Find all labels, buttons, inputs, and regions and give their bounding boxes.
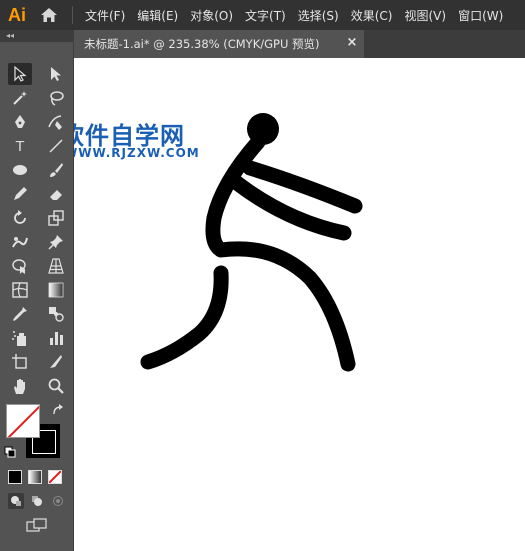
puppet-warp-tool[interactable] bbox=[8, 231, 32, 253]
perspective-grid-tool[interactable] bbox=[44, 255, 68, 277]
blend-tool[interactable] bbox=[44, 303, 68, 325]
gradient-button[interactable] bbox=[28, 470, 42, 484]
perspective-grid-icon bbox=[48, 258, 64, 274]
draw-inside-button[interactable] bbox=[50, 493, 66, 509]
document-tab[interactable]: 未标题-1.ai* @ 235.38% (CMYK/GPU 预览) × bbox=[74, 30, 364, 58]
direct-selection-icon bbox=[51, 67, 61, 81]
draw-normal-icon bbox=[11, 496, 21, 506]
pin-icon bbox=[48, 235, 63, 250]
column-graph-tool[interactable] bbox=[44, 327, 68, 349]
menu-separator bbox=[72, 6, 73, 24]
eraser-icon bbox=[50, 190, 62, 200]
slice-tool[interactable] bbox=[44, 351, 68, 373]
screen-mode-icon bbox=[26, 518, 47, 532]
document-tab-title: 未标题-1.ai* @ 235.38% (CMYK/GPU 预览) bbox=[84, 37, 320, 51]
curvature-pen-icon bbox=[48, 115, 62, 130]
mesh-icon bbox=[12, 282, 28, 298]
draw-normal-button[interactable] bbox=[8, 493, 24, 509]
ellipse-icon bbox=[13, 165, 27, 175]
magnifier-icon bbox=[48, 378, 64, 394]
line-segment-icon bbox=[49, 139, 63, 153]
watermark-url: WWW.RJZXW.COM bbox=[74, 146, 200, 160]
line-segment-tool[interactable] bbox=[44, 135, 68, 157]
screen-mode-button[interactable] bbox=[24, 516, 50, 534]
none-button[interactable] bbox=[48, 470, 62, 484]
pen-tool[interactable] bbox=[8, 111, 32, 133]
magic-wand-tool[interactable] bbox=[8, 87, 32, 109]
artboard-canvas[interactable]: 软件自学网 WWW.RJZXW.COM bbox=[74, 58, 525, 551]
magic-wand-icon bbox=[13, 91, 27, 105]
menu-object[interactable]: 对象(O) bbox=[184, 0, 239, 30]
tools-panel-collapse[interactable]: ◂◂ bbox=[0, 30, 73, 42]
symbol-sprayer-tool[interactable] bbox=[8, 327, 32, 349]
menu-select[interactable]: 选择(S) bbox=[292, 0, 345, 30]
scale-tool[interactable] bbox=[44, 207, 68, 229]
paintbrush-icon bbox=[50, 163, 63, 177]
lasso-icon bbox=[50, 91, 64, 106]
shape-builder-icon bbox=[12, 259, 26, 274]
figure-back-leg[interactable] bbox=[140, 265, 229, 370]
column-graph-icon bbox=[50, 332, 63, 345]
menu-effect[interactable]: 效果(C) bbox=[345, 0, 399, 30]
mesh-tool[interactable] bbox=[8, 279, 32, 301]
selection-tool[interactable] bbox=[8, 63, 32, 85]
gradient-icon bbox=[48, 282, 64, 298]
pen-nib-icon bbox=[15, 115, 25, 128]
slice-knife-icon bbox=[50, 355, 62, 368]
home-icon bbox=[41, 8, 57, 22]
type-tool[interactable]: T bbox=[8, 135, 32, 157]
ellipse-tool[interactable] bbox=[8, 159, 32, 181]
menu-file[interactable]: 文件(F) bbox=[79, 0, 131, 30]
draw-inside-icon bbox=[53, 496, 63, 506]
fill-swatch[interactable] bbox=[6, 404, 40, 438]
hand-icon bbox=[14, 379, 25, 394]
shape-builder-tool[interactable] bbox=[8, 255, 32, 277]
direct-selection-tool[interactable] bbox=[44, 63, 68, 85]
pencil-icon bbox=[14, 187, 27, 200]
tab-close-button[interactable]: × bbox=[344, 35, 360, 50]
menu-window[interactable]: 窗口(W) bbox=[452, 0, 509, 30]
color-button[interactable] bbox=[8, 470, 22, 484]
menu-edit[interactable]: 编辑(E) bbox=[131, 0, 184, 30]
eraser-tool[interactable] bbox=[44, 183, 68, 205]
artboard-tool[interactable] bbox=[8, 351, 32, 373]
color-mode-row bbox=[8, 470, 68, 484]
drawing-mode-row bbox=[8, 493, 68, 509]
pin-tool[interactable] bbox=[44, 231, 68, 253]
zoom-tool[interactable] bbox=[44, 375, 68, 397]
eyedropper-tool[interactable] bbox=[8, 303, 32, 325]
default-fill-stroke-icon[interactable] bbox=[4, 446, 16, 458]
none-slash-icon bbox=[49, 471, 61, 483]
shaper-tool[interactable] bbox=[8, 183, 32, 205]
puppet-warp-icon bbox=[12, 237, 28, 248]
rotate-icon bbox=[14, 210, 26, 224]
menu-view[interactable]: 视图(V) bbox=[398, 0, 452, 30]
rotate-tool[interactable] bbox=[8, 207, 32, 229]
tools-panel: ◂◂ T bbox=[0, 30, 74, 551]
menu-bar: Ai 文件(F) 编辑(E) 对象(O) 文字(T) 选择(S) 效果(C) 视… bbox=[0, 0, 525, 30]
fill-stroke-widget bbox=[4, 402, 68, 462]
symbol-sprayer-icon bbox=[12, 331, 26, 346]
none-fill-slash-icon bbox=[7, 405, 39, 437]
swap-fill-stroke-icon[interactable] bbox=[52, 404, 64, 416]
eyedropper-icon bbox=[13, 307, 27, 321]
lasso-tool[interactable] bbox=[44, 87, 68, 109]
scale-icon bbox=[48, 210, 64, 226]
paintbrush-tool[interactable] bbox=[44, 159, 68, 181]
blend-icon bbox=[49, 307, 64, 322]
curvature-tool[interactable] bbox=[44, 111, 68, 133]
draw-behind-icon bbox=[32, 496, 42, 506]
artboard-icon bbox=[12, 354, 27, 369]
document-tab-bar: 未标题-1.ai* @ 235.38% (CMYK/GPU 预览) × bbox=[74, 30, 525, 58]
gradient-tool[interactable] bbox=[44, 279, 68, 301]
hand-tool[interactable] bbox=[8, 375, 32, 397]
home-button[interactable] bbox=[34, 0, 64, 30]
menu-type[interactable]: 文字(T) bbox=[239, 0, 292, 30]
app-logo: Ai bbox=[8, 4, 26, 25]
draw-behind-button[interactable] bbox=[29, 493, 45, 509]
selection-arrow-icon bbox=[14, 65, 27, 82]
